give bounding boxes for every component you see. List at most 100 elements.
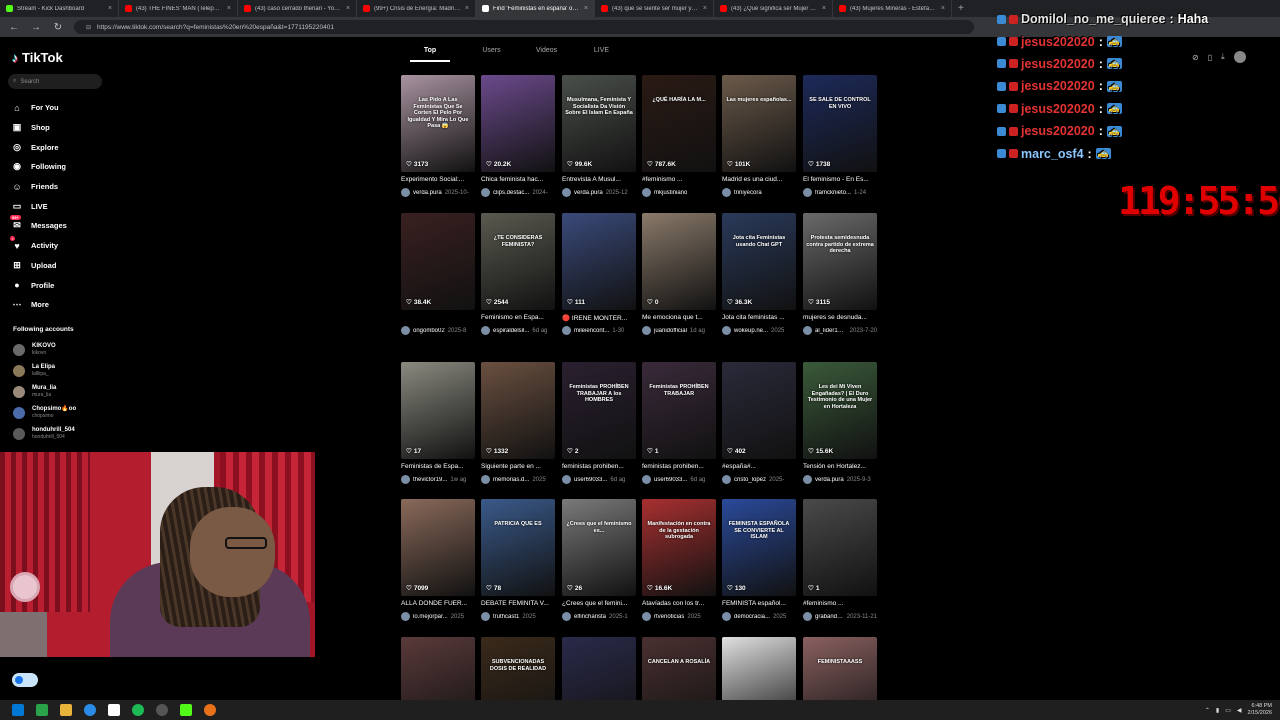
video-thumbnail[interactable]: Feministas PROHÍBEN TRABAJAR A los HOMBR…	[562, 362, 636, 459]
author-avatar[interactable]	[722, 612, 731, 621]
video-card[interactable]: SE SALE DE CONTROL EN VIVO ♡ 1738 El femini…	[803, 75, 877, 197]
video-card[interactable]: ♡ 402 #españa#... cristo_lopez 2025-	[722, 362, 796, 484]
video-title[interactable]: DEBATE FEMINITA V...	[481, 600, 555, 609]
close-tab-icon[interactable]: ×	[227, 5, 231, 12]
browser-tab[interactable]: (43) THE FINES' MAN (Telephone... ×	[119, 0, 238, 17]
video-title[interactable]: Me emociona que t...	[642, 314, 716, 323]
video-thumbnail[interactable]: Feministas PROHÍBEN TRABAJAR ♡ 1	[642, 362, 716, 459]
url-field[interactable]: ⊟ https://www.tiktok.com/search?q=femini…	[74, 20, 974, 34]
sidebar-item-shop[interactable]: ▣ Shop	[12, 118, 67, 138]
toggle-widget[interactable]	[12, 673, 38, 687]
tab-top[interactable]: Top	[410, 47, 450, 62]
author-avatar[interactable]	[642, 475, 651, 484]
sidebar-item-profile[interactable]: ● Profile	[12, 275, 67, 295]
video-title[interactable]: 🔴 IRENE MONTER...	[562, 314, 636, 323]
video-card[interactable]: FEMINISTA ESPAÑOLA SE CONVIERTE AL ISLAM…	[722, 499, 796, 621]
author-name[interactable]: triniyecora	[734, 190, 762, 196]
video-thumbnail[interactable]: ♡ 38.4K	[401, 213, 475, 310]
sidebar-item-explore[interactable]: ◎ Explore	[12, 137, 67, 157]
video-title[interactable]: #feminismo ...	[803, 600, 877, 609]
video-card[interactable]: Protesta semidesnuda contra partido de e…	[803, 213, 877, 335]
browser-tab[interactable]: (43) que se siente ser mujer y mi... ×	[595, 0, 714, 17]
author-avatar[interactable]	[401, 188, 410, 197]
video-title[interactable]: #españa#...	[722, 463, 796, 472]
close-tab-icon[interactable]: ×	[108, 5, 112, 12]
video-title[interactable]: Entrevista A Musul...	[562, 176, 636, 185]
sidebar-item-for-you[interactable]: ⌂ For You	[12, 98, 67, 118]
sidebar-item-following[interactable]: ◉ Following	[12, 157, 67, 177]
browser-tab[interactable]: Find 'Feministas en españa' on Tik... ×	[476, 0, 595, 17]
video-card[interactable]: Las Pido A Las Feministas Que Se Corten …	[401, 75, 475, 197]
edge-icon[interactable]	[84, 704, 96, 716]
author-name[interactable]: lo.mejorpar...	[413, 614, 448, 620]
video-title[interactable]: Atavíadas con los tr...	[642, 600, 716, 609]
video-thumbnail[interactable]: Les dei Mi Viven Engañadas? | El Duro Te…	[803, 362, 877, 459]
close-tab-icon[interactable]: ×	[703, 5, 707, 12]
video-title[interactable]: mujeres se desnuda...	[803, 314, 877, 323]
microphone-icon[interactable]: ▮	[1216, 707, 1219, 714]
video-card[interactable]: ¿QUÉ HARÍA LA M... ♡ 787.6K #feminismo ... m…	[642, 75, 716, 197]
author-name[interactable]: juanidofficial	[654, 328, 687, 334]
obs-icon[interactable]	[156, 704, 168, 716]
video-card[interactable]: ♡1 #feminismo ... grabandour...2023-11-21	[803, 499, 877, 621]
browser-tab[interactable]: (43) ¿Qué significa ser Mujer Mi... ×	[714, 0, 833, 17]
author-avatar[interactable]	[722, 475, 731, 484]
author-avatar[interactable]	[642, 188, 651, 197]
author-avatar[interactable]	[481, 475, 490, 484]
video-thumbnail[interactable]: ♡ 20.2K	[481, 75, 555, 172]
author-name[interactable]: user69033...	[574, 477, 607, 483]
author-name[interactable]: rtvenoticias	[654, 614, 684, 620]
author-name[interactable]: memorias.d...	[493, 477, 529, 483]
author-avatar[interactable]	[803, 475, 812, 484]
start-icon[interactable]	[12, 704, 24, 716]
chrome-icon[interactable]	[204, 704, 216, 716]
video-thumbnail[interactable]: ♡ 0	[642, 213, 716, 310]
author-avatar[interactable]	[642, 326, 651, 335]
video-thumbnail[interactable]: Manifestación en contra de la gestación …	[642, 499, 716, 596]
author-name[interactable]: grabandour...	[815, 614, 844, 620]
sidebar-item-friends[interactable]: ☺ Friends	[12, 177, 67, 197]
video-thumbnail[interactable]: Protesta semidesnuda contra partido de e…	[803, 213, 877, 310]
video-card[interactable]: ♡ 38.4K ongombo02 2025-8	[401, 213, 475, 335]
video-card[interactable]: ¿TE CONSIDERAS FEMINISTA? ♡ 2544 Feminismo …	[481, 213, 555, 335]
author-name[interactable]: mileiencont...	[574, 328, 609, 334]
author-name[interactable]: verda.pura	[413, 190, 442, 196]
video-card[interactable]: PATRICIA QUE ES ♡ 78 DEBATE FEMINITA V... tr…	[481, 499, 555, 621]
video-thumbnail[interactable]: ¿TE CONSIDERAS FEMINISTA? ♡ 2544	[481, 213, 555, 310]
author-avatar[interactable]	[722, 188, 731, 197]
file-explorer-icon[interactable]	[60, 704, 72, 716]
browser-tab[interactable]: (43) caso cerrado therian - YouTu... ×	[238, 0, 357, 17]
video-thumbnail[interactable]: Las mujeres españolas... ♡ 101K	[722, 75, 796, 172]
spotify-icon[interactable]	[132, 704, 144, 716]
tab-users[interactable]: Users	[464, 47, 519, 62]
video-thumbnail[interactable]: SE SALE DE CONTROL EN VIVO ♡ 1738	[803, 75, 877, 172]
new-tab-icon[interactable]: +	[952, 3, 970, 14]
video-thumbnail[interactable]: ¿QUÉ HARÍA LA M... ♡ 787.6K	[642, 75, 716, 172]
author-name[interactable]: democracia...	[734, 614, 770, 620]
video-card[interactable]: Jota cita Feministas usando Chat GPT ♡ 36.…	[722, 213, 796, 335]
sidebar-item-activity[interactable]: ♥ • Activity	[10, 235, 67, 256]
notepad-icon[interactable]	[108, 704, 120, 716]
author-avatar[interactable]	[562, 612, 571, 621]
video-card[interactable]: ¿Crees que el feminismo es... ♡ 26 ¿Crees q…	[562, 499, 636, 621]
author-name[interactable]: espiraldelsil...	[493, 328, 529, 334]
video-title[interactable]: FEMINISTA español...	[722, 600, 796, 609]
video-thumbnail[interactable]: PATRICIA QUE ES ♡ 78	[481, 499, 555, 596]
sidebar-item-upload[interactable]: ⊞ Upload	[12, 256, 67, 276]
video-thumbnail[interactable]: ¿Crees que el feminismo es... ♡ 26	[562, 499, 636, 596]
video-card[interactable]: ♡ 0 Me emociona que t... juanidofficial 1d a…	[642, 213, 716, 335]
author-name[interactable]: framcknieto...	[815, 190, 851, 196]
video-card[interactable]: Musulmana, Feminista Y Socialista Da Vis…	[562, 75, 636, 197]
author-avatar[interactable]	[562, 326, 571, 335]
video-title[interactable]: Feminismo en Espa...	[481, 314, 555, 323]
video-card[interactable]: Les dei Mi Viven Engañadas? | El Duro Te…	[803, 362, 877, 484]
close-tab-icon[interactable]: ×	[941, 5, 945, 12]
video-thumbnail[interactable]: ♡ 111	[562, 213, 636, 310]
video-thumbnail[interactable]: ♡ 402	[722, 362, 796, 459]
author-name[interactable]: clips.destac...	[493, 190, 529, 196]
author-avatar[interactable]	[481, 612, 490, 621]
tab-live[interactable]: LIVE	[574, 47, 629, 62]
tab-videos[interactable]: Videos	[519, 47, 574, 62]
video-title[interactable]	[401, 314, 475, 323]
author-name[interactable]: wokeup.ne...	[734, 328, 768, 334]
